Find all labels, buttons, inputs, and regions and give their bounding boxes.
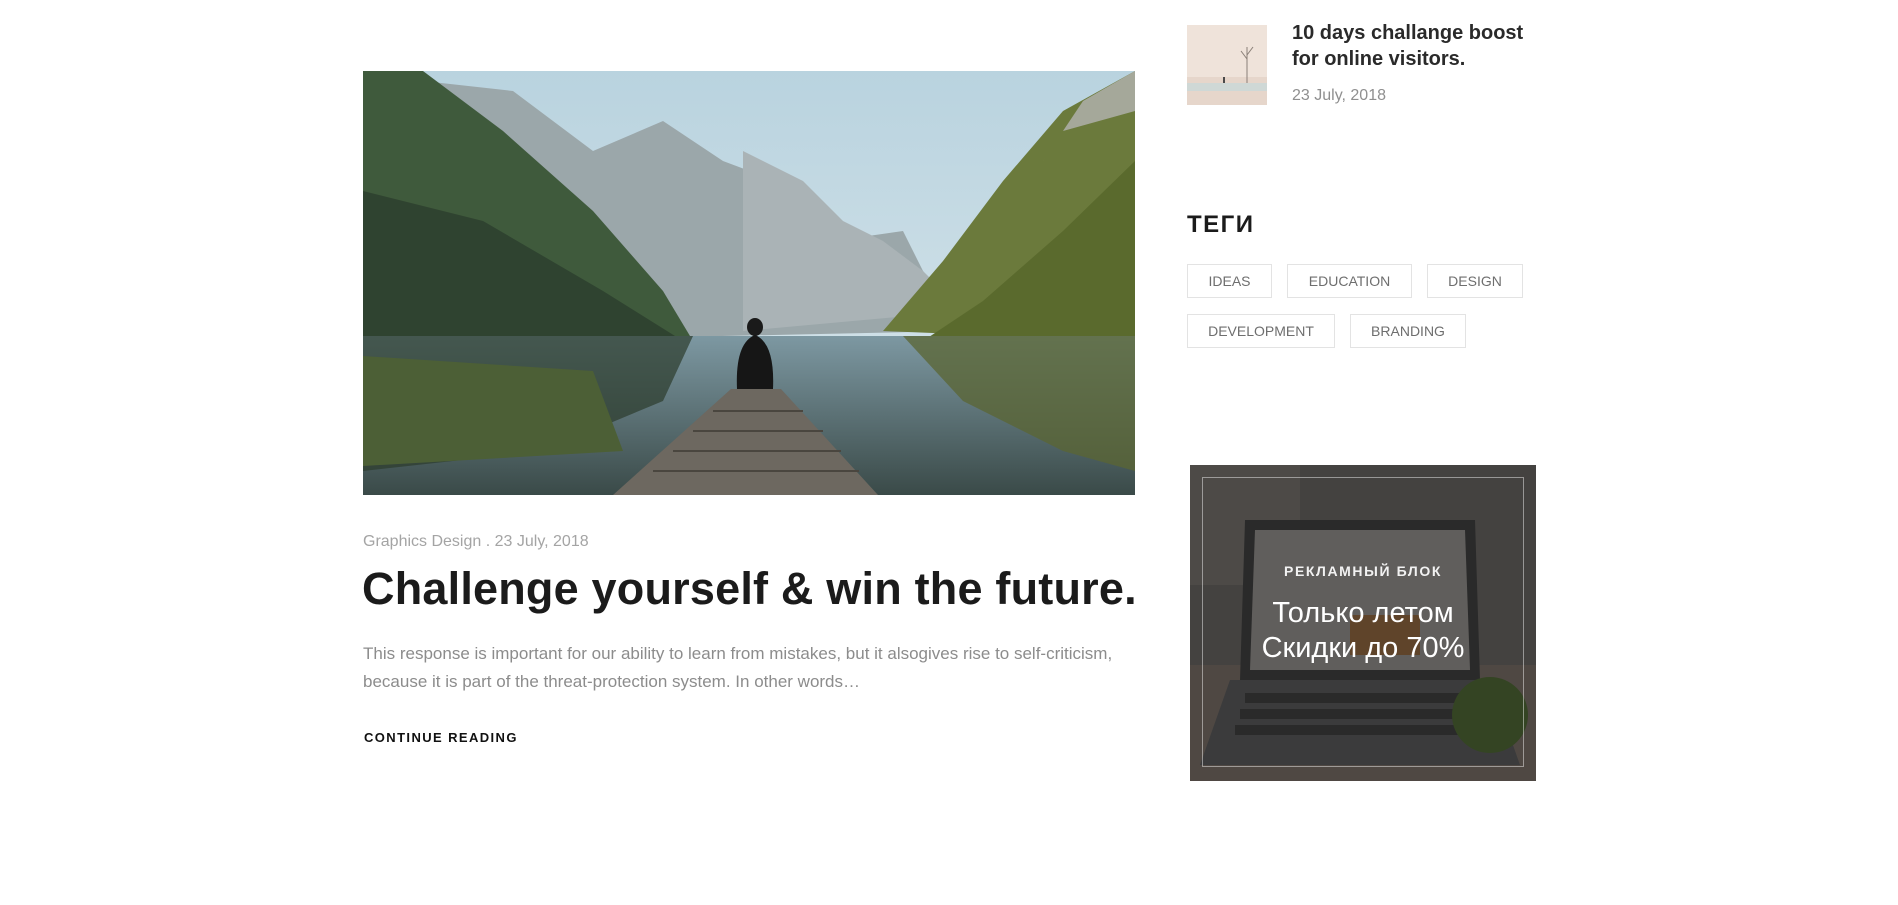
post-category-link[interactable]: Graphics Design <box>363 533 481 550</box>
tag-education[interactable]: EDUCATION <box>1287 264 1412 298</box>
tag-ideas[interactable]: IDEAS <box>1187 264 1272 298</box>
tag-development[interactable]: DEVELOPMENT <box>1187 314 1335 348</box>
ad-headline-line2: Скидки до 70% <box>1261 632 1465 664</box>
recent-post-title[interactable]: 10 days challange boost for online visit… <box>1292 20 1532 72</box>
post-featured-image[interactable] <box>363 71 1135 495</box>
meta-separator: . <box>481 533 495 550</box>
recent-post-image <box>1187 25 1267 105</box>
tag-branding[interactable]: BRANDING <box>1350 314 1466 348</box>
ad-headline-line1: Только летом <box>1272 597 1454 629</box>
post-meta: Graphics Design . 23 July, 2018 <box>363 533 589 551</box>
continue-reading-link[interactable]: CONTINUE READING <box>364 730 518 745</box>
recent-post-thumbnail[interactable] <box>1187 25 1267 105</box>
post-excerpt: This response is important for our abili… <box>363 644 1113 691</box>
tags-heading: ТЕГИ <box>1187 211 1255 238</box>
lake-dock-image <box>363 71 1135 495</box>
tag-design[interactable]: DESIGN <box>1427 264 1523 298</box>
recent-post-date: 23 July, 2018 <box>1292 87 1386 104</box>
post-title[interactable]: Challenge yourself & win the future. <box>362 560 1137 618</box>
ad-label: РЕКЛАМНЫЙ БЛОК <box>1284 563 1442 579</box>
post-date: 23 July, 2018 <box>494 533 589 550</box>
ad-banner[interactable]: РЕКЛАМНЫЙ БЛОК Только летом Скидки до 70… <box>1190 465 1536 781</box>
blog-page: Graphics Design . 23 July, 2018 Challeng… <box>0 0 1898 905</box>
